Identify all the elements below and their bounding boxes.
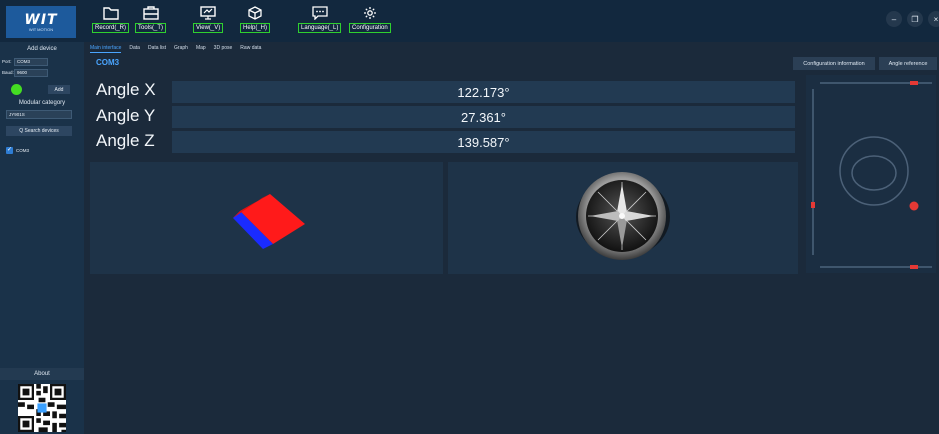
baud-row: Baud: 9600: [0, 68, 84, 77]
pose-3d-panel: [90, 162, 443, 274]
attitude-reference-graphic: [811, 81, 932, 269]
compass-panel: [448, 162, 798, 274]
baud-label: Baud:: [2, 70, 14, 75]
add-device-button[interactable]: Add: [48, 85, 70, 94]
angle-y-value: 27.361°: [172, 106, 795, 128]
language-menu-label: Language(_L): [298, 23, 342, 33]
angle-x-label: Angle X: [96, 80, 156, 99]
app-logo: WIT WIT MOTION: [6, 6, 76, 38]
connection-status-indicator: [11, 84, 22, 95]
port-row: Port: COM3: [0, 57, 84, 66]
view-menu-label: View(_V): [193, 23, 224, 33]
monitor-icon: [200, 6, 216, 20]
baud-select[interactable]: 9600: [14, 68, 48, 77]
language-menu-button[interactable]: Language(_L): [298, 6, 342, 33]
tab-raw-data[interactable]: Raw data: [240, 44, 261, 53]
logo-text: WIT: [24, 11, 58, 28]
port-select[interactable]: COM3: [14, 57, 48, 66]
modular-category-title: Modular category: [18, 99, 66, 106]
help-menu-button[interactable]: Help(_H): [240, 6, 271, 33]
logo-subtext: WIT MOTION: [28, 26, 54, 32]
view-tabs: Main interface Data Data list Graph Map …: [90, 44, 269, 53]
view-menu-button[interactable]: View(_V): [193, 6, 224, 33]
angle-reference-panel: [806, 75, 936, 273]
port-label: Port:: [2, 59, 12, 64]
angle-y-label: Angle Y: [96, 106, 156, 125]
tab-data[interactable]: Data: [129, 44, 140, 53]
record-menu-button[interactable]: Record(_R): [92, 6, 130, 33]
configuration-information-button[interactable]: Configuration information: [793, 57, 875, 70]
minimize-button[interactable]: –: [886, 11, 902, 27]
pose-cube-graphic: [233, 194, 305, 249]
folder-icon: [102, 7, 119, 20]
close-button[interactable]: ×: [928, 11, 939, 27]
tab-map[interactable]: Map: [196, 44, 206, 53]
restore-button[interactable]: ❐: [907, 11, 923, 27]
about-button[interactable]: About: [0, 368, 84, 380]
cube-icon: [248, 6, 262, 20]
angle-z-label: Angle Z: [96, 131, 155, 150]
angle-z-value: 139.587°: [172, 131, 795, 153]
tab-3d-pose[interactable]: 3D pose: [214, 44, 233, 53]
device-checkbox[interactable]: ✓: [6, 146, 13, 154]
qr-code-image: [18, 384, 66, 432]
category-select[interactable]: JY901S: [6, 110, 72, 119]
compass-dial-graphic: [576, 172, 670, 260]
angle-reference-button[interactable]: Angle reference: [879, 57, 937, 70]
search-devices-button[interactable]: Q Search devices: [6, 126, 72, 136]
device-list-item[interactable]: ✓ COM3: [6, 146, 29, 154]
top-toolbar: WIT WIT MOTION Record(_R) Tools(_T) View…: [0, 0, 939, 42]
configuration-menu-label: Configuration: [349, 23, 391, 33]
help-menu-label: Help(_H): [240, 23, 271, 33]
chat-icon: [312, 6, 328, 20]
angle-x-value: 122.173°: [172, 81, 795, 103]
tab-graph[interactable]: Graph: [174, 44, 188, 53]
gear-icon: [363, 7, 376, 19]
configuration-menu-button[interactable]: Configuration: [349, 6, 391, 33]
add-device-title: Add device: [27, 45, 57, 52]
tools-menu-label: Tools(_T): [135, 23, 167, 33]
device-item-label: COM3: [16, 147, 30, 153]
record-menu-label: Record(_R): [92, 23, 130, 33]
tools-menu-button[interactable]: Tools(_T): [135, 6, 167, 33]
toolbox-icon: [142, 6, 159, 20]
tab-data-list[interactable]: Data list: [148, 44, 166, 53]
device-title: COM3: [96, 58, 120, 67]
tab-main-interface[interactable]: Main interface: [90, 44, 122, 53]
